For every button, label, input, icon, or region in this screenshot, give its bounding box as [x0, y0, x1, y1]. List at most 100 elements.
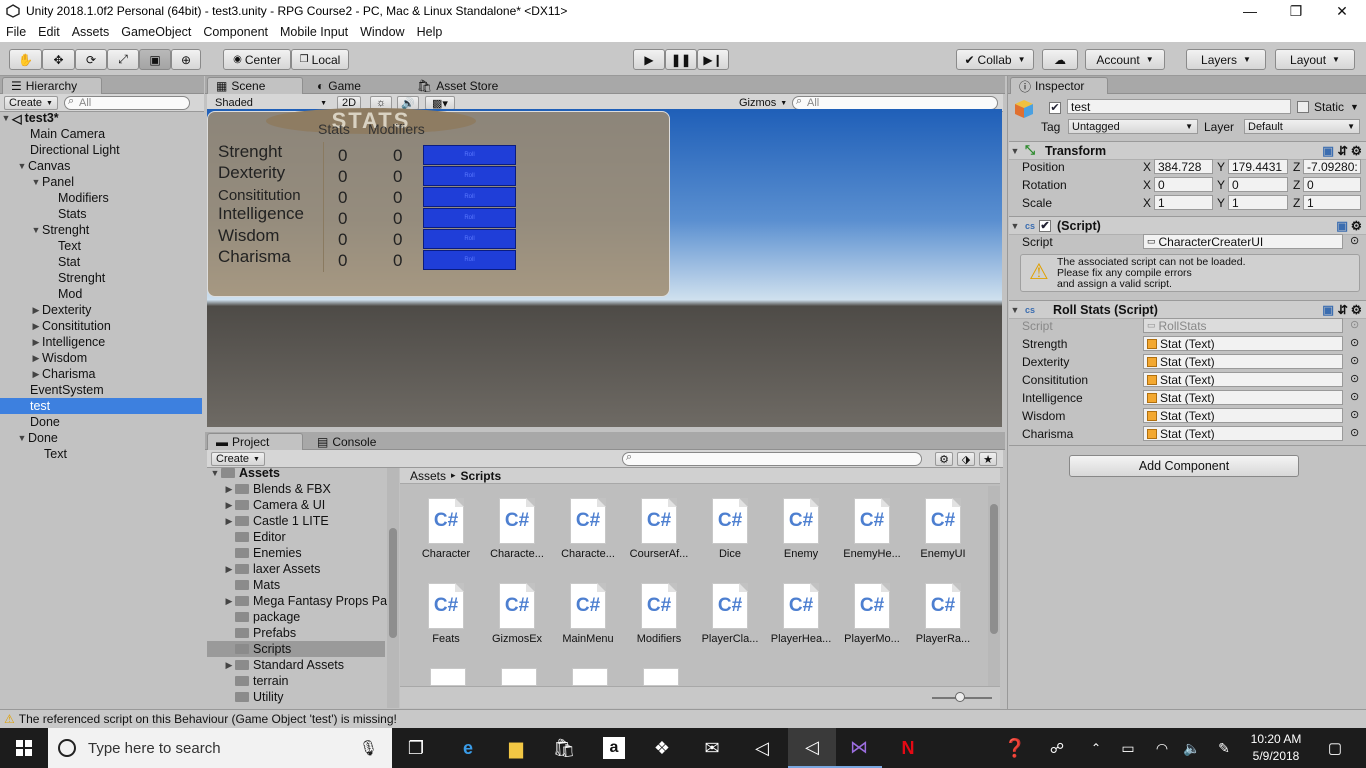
transform-tool-icon[interactable]: ⊕: [171, 49, 201, 70]
hierarchy-create-button[interactable]: Create ▼: [4, 96, 58, 110]
help-icon[interactable]: ▣: [1322, 302, 1334, 317]
static-checkbox[interactable]: [1297, 101, 1309, 113]
folder-item-selected[interactable]: Scripts: [207, 641, 385, 657]
expand-arrow-icon[interactable]: ▶: [223, 484, 235, 495]
hierarchy-search-input[interactable]: All: [64, 95, 190, 110]
object-picker-icon[interactable]: ⊙: [1350, 390, 1359, 403]
position-z-field[interactable]: -7.09280:: [1303, 159, 1361, 174]
script-asset[interactable]: C# Enemy: [768, 498, 834, 560]
expand-arrow-icon[interactable]: ▼: [209, 468, 221, 478]
amazon-icon[interactable]: a: [592, 728, 636, 768]
stat-reference-field[interactable]: Stat (Text): [1143, 390, 1343, 405]
roll-button[interactable]: Roll: [423, 250, 516, 270]
edge-browser-icon[interactable]: e: [446, 728, 490, 768]
transform-header[interactable]: ▼ ⤡ Transform ▣ ⇵ ⚙: [1009, 141, 1366, 160]
gameobject-name-field[interactable]: test: [1067, 99, 1291, 114]
preset-icon[interactable]: ⇵: [1338, 143, 1348, 158]
breadcrumb-assets[interactable]: Assets: [410, 469, 446, 483]
help-circle-icon[interactable]: ❓: [1000, 728, 1030, 768]
rect-tool-icon[interactable]: ▣: [139, 49, 171, 70]
roll-button[interactable]: Roll: [423, 187, 516, 207]
folder-item[interactable]: ▶ laxer Assets: [207, 561, 321, 577]
hierarchy-item[interactable]: EventSystem: [0, 382, 202, 398]
expand-arrow-icon[interactable]: ▶: [30, 353, 42, 364]
dropbox-icon[interactable]: ❖: [640, 728, 684, 768]
hierarchy-item[interactable]: Stats: [0, 206, 202, 222]
hierarchy-item[interactable]: ▶ Consititution: [0, 318, 202, 334]
script-asset[interactable]: C# EnemyHe...: [839, 498, 905, 560]
hierarchy-item[interactable]: Done: [0, 414, 202, 430]
script-asset[interactable]: C# PlayerRa...: [910, 583, 976, 645]
script-asset[interactable]: C# EnemyUI: [910, 498, 976, 560]
gear-icon[interactable]: ⚙: [1351, 302, 1362, 317]
expand-arrow-icon[interactable]: ▶: [30, 369, 42, 380]
folder-item[interactable]: ▶ Standard Assets: [207, 657, 345, 673]
object-picker-icon[interactable]: ⊙: [1350, 408, 1359, 421]
folder-item[interactable]: package: [207, 609, 300, 625]
script-asset[interactable]: C# PlayerMo...: [839, 583, 905, 645]
layer-dropdown[interactable]: Default ▼: [1244, 119, 1360, 134]
partial-asset-icon[interactable]: [501, 668, 537, 686]
folder-item[interactable]: Enemies: [207, 545, 302, 561]
add-component-button[interactable]: Add Component: [1069, 455, 1299, 477]
expand-arrow-icon[interactable]: ▶: [30, 305, 42, 316]
menu-help[interactable]: Help: [411, 25, 449, 39]
microphone-icon[interactable]: 🎙: [359, 739, 378, 757]
hierarchy-item[interactable]: ▶ Intelligence: [0, 334, 202, 350]
position-y-field[interactable]: 179.4431: [1228, 159, 1288, 174]
maximize-button[interactable]: ❐: [1273, 0, 1319, 22]
component-enabled-checkbox[interactable]: ✔: [1039, 219, 1052, 232]
script-asset[interactable]: C# Feats: [413, 583, 479, 645]
stat-reference-field[interactable]: Stat (Text): [1143, 372, 1343, 387]
script-asset[interactable]: C# Characte...: [555, 498, 621, 560]
help-icon[interactable]: ▣: [1336, 218, 1348, 233]
object-picker-icon[interactable]: ⊙: [1350, 234, 1359, 247]
expand-arrow-icon[interactable]: ▶: [30, 337, 42, 348]
tab-scene[interactable]: ▦ Scene: [207, 77, 303, 94]
space-local-button[interactable]: ❒ Local: [291, 49, 349, 70]
menu-edit[interactable]: Edit: [32, 25, 66, 39]
hierarchy-item[interactable]: ▶ Charisma: [0, 366, 202, 382]
missing-script-field[interactable]: ▭ CharacterCreaterUI: [1143, 234, 1343, 249]
folder-item[interactable]: terrain: [207, 673, 288, 689]
help-icon[interactable]: ▣: [1322, 143, 1334, 158]
stat-reference-field[interactable]: Stat (Text): [1143, 354, 1343, 369]
scene-search-input[interactable]: All: [792, 95, 998, 110]
folder-item[interactable]: ▶ Mega Fantasy Props Pa: [207, 593, 387, 609]
expand-arrow-icon[interactable]: ▼: [30, 225, 42, 235]
scale-z-field[interactable]: 1: [1303, 195, 1361, 210]
breadcrumb-scripts[interactable]: Scripts: [461, 469, 502, 483]
gear-icon[interactable]: ⚙: [1351, 143, 1362, 158]
filter-label-icon[interactable]: ⬗: [957, 452, 975, 466]
hierarchy-item[interactable]: Strenght: [0, 270, 202, 286]
menu-window[interactable]: Window: [354, 25, 410, 39]
pause-button[interactable]: ❚❚: [665, 49, 697, 70]
task-view-icon[interactable]: ❐: [396, 728, 436, 768]
folder-item[interactable]: ▶ Castle 1 LITE: [207, 513, 329, 529]
object-picker-icon[interactable]: ⊙: [1350, 426, 1359, 439]
volume-icon[interactable]: 🔈: [1180, 728, 1204, 768]
move-tool-icon[interactable]: ✥: [42, 49, 75, 70]
menu-assets[interactable]: Assets: [66, 25, 116, 39]
tab-asset-store[interactable]: 🛍 Asset Store: [409, 77, 506, 94]
unity-editor-icon[interactable]: ◁: [788, 728, 836, 768]
roll-button[interactable]: Roll: [423, 208, 516, 228]
hierarchy-item[interactable]: ▼ Done: [0, 430, 202, 446]
project-create-button[interactable]: Create ▼: [211, 452, 265, 466]
hierarchy-item[interactable]: Main Camera: [0, 126, 202, 142]
minimize-button[interactable]: —: [1227, 0, 1273, 22]
expand-arrow-icon[interactable]: ▶: [30, 321, 42, 332]
folder-item[interactable]: Prefabs: [207, 625, 296, 641]
expand-arrow-icon[interactable]: ▼: [16, 161, 28, 171]
script-asset[interactable]: C# GizmosEx: [484, 583, 550, 645]
battery-icon[interactable]: ▭: [1116, 728, 1140, 768]
tab-console[interactable]: ▤ Console: [309, 433, 384, 450]
shading-dropdown[interactable]: Shaded ▼: [211, 96, 329, 110]
layout-button[interactable]: Layout ▼: [1275, 49, 1355, 70]
effects-toggle-icon[interactable]: ▩▾: [425, 96, 455, 110]
filter-type-icon[interactable]: ⚙: [935, 452, 953, 466]
tab-hierarchy[interactable]: ☰ Hierarchy: [2, 77, 102, 94]
hierarchy-item[interactable]: Directional Light: [0, 142, 202, 158]
mail-icon[interactable]: ✉: [690, 728, 734, 768]
static-toggle[interactable]: Static ▼: [1297, 100, 1359, 114]
